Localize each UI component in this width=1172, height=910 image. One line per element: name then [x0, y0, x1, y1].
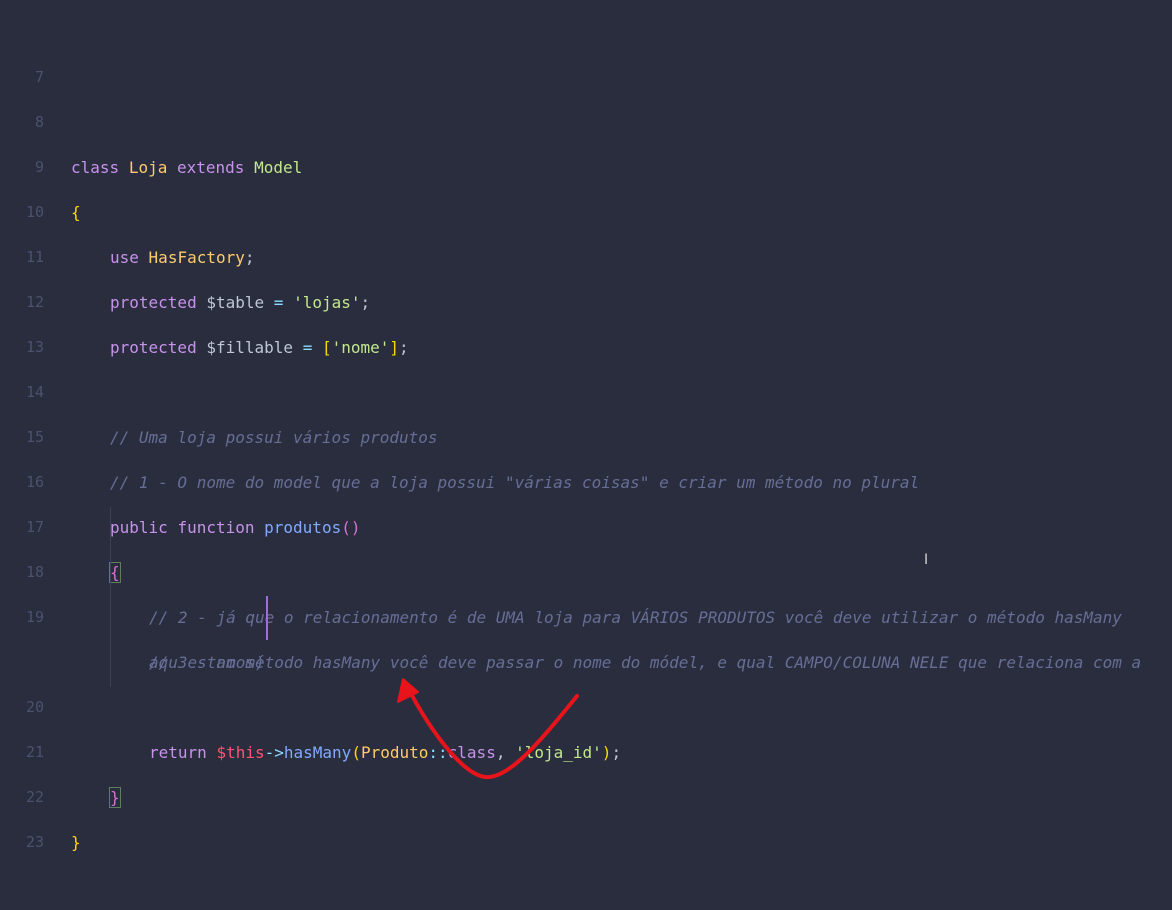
code-line: 9 { — [0, 100, 1172, 222]
code-line: 14 // Uma loja possui vários produtos — [0, 325, 1172, 447]
text-cursor — [266, 596, 268, 640]
code-line: 20 return $this->hasMany(Produto::class,… — [0, 640, 1172, 762]
code-line: 11 protected $table = 'lojas'; — [0, 190, 1172, 312]
code-editor[interactable]: 7 8 class Loja extends Model 9 { 10 use … — [0, 10, 1172, 852]
code-line: 12 protected $fillable = ['nome']; — [0, 235, 1172, 357]
code-line: 21 } — [0, 685, 1172, 808]
line-number: 23 — [25, 833, 44, 851]
code-line: 10 use HasFactory; — [0, 145, 1172, 267]
code-line: 16 public function produtos() — [0, 415, 1172, 537]
ibeam-cursor-icon: Ι — [924, 552, 929, 568]
code-line: 22 } — [0, 730, 1172, 852]
code-line: 19 // 3 - no método hasMany você deve pa… — [0, 550, 1172, 672]
code-line: 17 { — [0, 460, 1172, 583]
code-line: 18 // 2 - já que o relacionamento é de U… — [0, 505, 1172, 627]
code-line-wrapped: aqu estamos) — [0, 595, 1172, 672]
code-line: 8 class Loja extends Model — [0, 55, 1172, 177]
code-line: 15 // 1 - O nome do model que a loja pos… — [0, 370, 1172, 492]
code-line: 23 — [0, 775, 1172, 851]
code-line: 7 — [0, 10, 1172, 86]
brace-token: } — [71, 833, 81, 852]
code-line: 13 — [0, 280, 1172, 356]
code-text: } — [71, 820, 81, 865]
indent-guide — [110, 507, 111, 687]
